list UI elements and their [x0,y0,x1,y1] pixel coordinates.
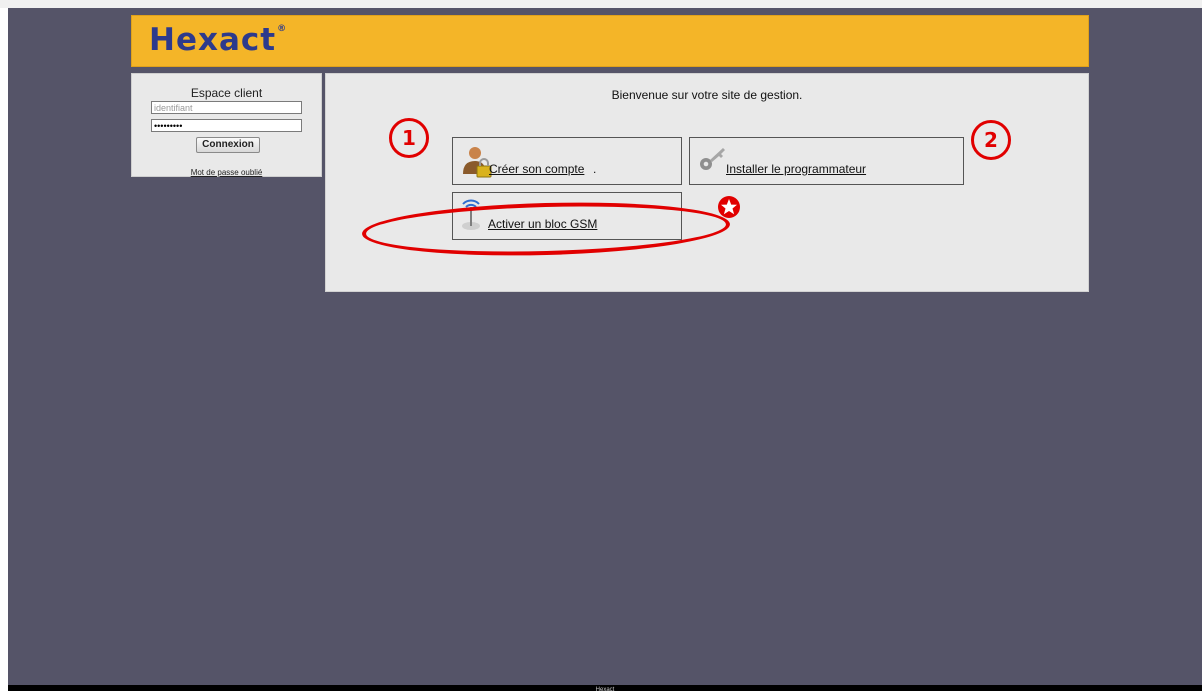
password-input[interactable] [151,119,302,132]
create-account-label: Créer son compte [489,162,585,176]
connexion-button[interactable]: Connexion [196,137,260,153]
key-icon [700,148,725,170]
welcome-text: Bienvenue sur votre site de gestion. [611,88,803,102]
logo-text: Hexact [149,22,277,58]
step-2-marker: 2 [971,120,1011,160]
identifier-input[interactable] [151,101,302,114]
forgot-password-link[interactable]: Mot de passe oublié [132,168,321,177]
login-panel: Espace client Connexion Mot de passe oub… [131,73,322,177]
site-header: Hexact® [131,15,1089,67]
logo-trademark: ® [277,24,288,34]
install-programmer-label: Installer le programmateur [726,162,867,176]
star-badge-icon [718,196,740,218]
footer: Hexact [8,685,1202,691]
hexact-logo[interactable]: Hexact® [149,22,287,58]
create-account-button[interactable]: Créer son compte. [452,137,682,185]
login-title: Espace client [190,86,263,100]
create-account-suffix: . [593,162,597,176]
step-1-marker: 1 [389,118,429,158]
install-programmer-button[interactable]: Installer le programmateur [689,137,964,185]
main-panel: Bienvenue sur votre site de gestion. Cré… [325,73,1089,292]
